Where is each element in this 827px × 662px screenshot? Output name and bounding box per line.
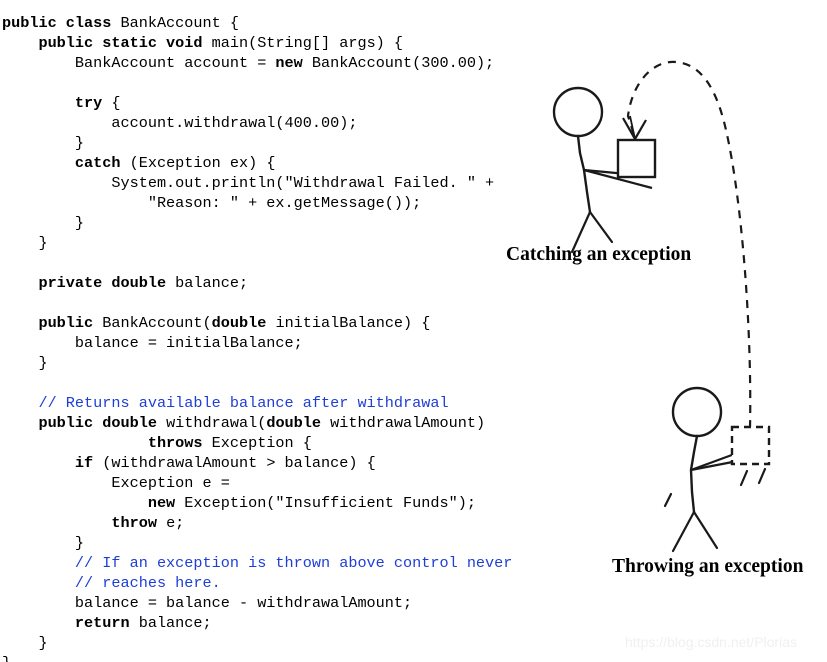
figure-canvas: public class BankAccount { public static… bbox=[0, 0, 827, 662]
code-token: public bbox=[2, 314, 103, 332]
code-token: balance; bbox=[175, 274, 249, 292]
code-token: withdrawal( bbox=[166, 414, 267, 432]
code-line bbox=[2, 373, 622, 393]
code-token: Exception e = bbox=[2, 474, 230, 492]
code-line: } bbox=[2, 533, 622, 553]
code-token: BankAccount { bbox=[120, 14, 239, 32]
code-line: throw e; bbox=[2, 513, 622, 533]
code-line: "Reason: " + ex.getMessage()); bbox=[2, 193, 622, 213]
code-token: try bbox=[2, 94, 112, 112]
code-token: BankAccount( bbox=[102, 314, 212, 332]
code-line: catch (Exception ex) { bbox=[2, 153, 622, 173]
motion-line-2 bbox=[757, 467, 767, 485]
code-token: account.withdrawal(400.00); bbox=[2, 114, 358, 132]
exception-box-dashed bbox=[730, 425, 771, 466]
code-line: BankAccount account = new BankAccount(30… bbox=[2, 53, 622, 73]
code-token: // If an exception is thrown above contr… bbox=[2, 554, 513, 572]
code-line: throws Exception { bbox=[2, 433, 622, 453]
code-token: balance = initialBalance; bbox=[2, 334, 303, 352]
code-token: throw bbox=[2, 514, 167, 532]
code-token: new bbox=[2, 494, 185, 512]
code-token: private double bbox=[2, 274, 176, 292]
code-token: public static void bbox=[2, 34, 212, 52]
code-token: } bbox=[2, 234, 48, 252]
code-token: balance = balance - withdrawalAmount; bbox=[2, 594, 413, 612]
code-token: } bbox=[2, 654, 11, 662]
code-line: } bbox=[2, 633, 622, 653]
code-token: public double bbox=[2, 414, 167, 432]
code-token: withdrawalAmount) bbox=[330, 414, 486, 432]
code-line: public BankAccount(double initialBalance… bbox=[2, 313, 622, 333]
java-code-block: public class BankAccount { public static… bbox=[2, 13, 622, 662]
code-token: } bbox=[2, 634, 48, 652]
caption-catching-an-exception: Catching an exception bbox=[506, 244, 692, 265]
code-token: } bbox=[2, 534, 85, 552]
code-line: // Returns available balance after withd… bbox=[2, 393, 622, 413]
code-line: balance = balance - withdrawalAmount; bbox=[2, 593, 622, 613]
caption-throwing-an-exception: Throwing an exception bbox=[612, 556, 804, 577]
code-line: System.out.println("Withdrawal Failed. "… bbox=[2, 173, 622, 193]
code-line: } bbox=[2, 133, 622, 153]
motion-line-3 bbox=[663, 492, 673, 508]
code-line: } bbox=[2, 653, 622, 662]
code-token: double bbox=[266, 414, 331, 432]
code-token: double bbox=[211, 314, 276, 332]
code-token: BankAccount(300.00); bbox=[311, 54, 495, 72]
code-token: public class bbox=[2, 14, 121, 32]
code-token: return bbox=[2, 614, 139, 632]
code-line: // If an exception is thrown above contr… bbox=[2, 553, 622, 573]
code-line: account.withdrawal(400.00); bbox=[2, 113, 622, 133]
code-line: try { bbox=[2, 93, 622, 113]
code-token: "Reason: " + ex.getMessage()); bbox=[2, 194, 422, 212]
head-circle-throwing bbox=[671, 386, 723, 438]
code-line: new Exception("Insufficient Funds"); bbox=[2, 493, 622, 513]
code-line: public class BankAccount { bbox=[2, 13, 622, 33]
code-line bbox=[2, 73, 622, 93]
motion-line-1 bbox=[739, 469, 749, 487]
code-token: (Exception ex) { bbox=[129, 154, 276, 172]
code-token: main(String[] args) { bbox=[211, 34, 404, 52]
code-token: throws bbox=[2, 434, 212, 452]
code-token: // Returns available balance after withd… bbox=[2, 394, 449, 412]
stick-figure-throwing bbox=[663, 386, 771, 553]
code-token: catch bbox=[2, 154, 130, 172]
code-token: balance; bbox=[138, 614, 212, 632]
code-token: } bbox=[2, 134, 85, 152]
code-line: // reaches here. bbox=[2, 573, 622, 593]
code-token: { bbox=[111, 94, 121, 112]
code-token: BankAccount account = bbox=[2, 54, 276, 72]
code-token: (withdrawalAmount > balance) { bbox=[102, 454, 376, 472]
code-token: } bbox=[2, 214, 85, 232]
code-token: } bbox=[2, 354, 48, 372]
code-token: new bbox=[275, 54, 312, 72]
code-token: // reaches here. bbox=[2, 574, 221, 592]
exception-box-solid bbox=[616, 138, 657, 179]
code-token: initialBalance) { bbox=[275, 314, 431, 332]
code-token: e; bbox=[166, 514, 185, 532]
code-token: Exception("Insufficient Funds"); bbox=[184, 494, 476, 512]
code-token: Exception { bbox=[211, 434, 312, 452]
code-line bbox=[2, 293, 622, 313]
code-line: return balance; bbox=[2, 613, 622, 633]
code-line: } bbox=[2, 213, 622, 233]
code-token: if bbox=[2, 454, 103, 472]
watermark-url: https://blog.csdn.net/Plorias bbox=[625, 634, 797, 650]
code-token: System.out.println("Withdrawal Failed. "… bbox=[2, 174, 495, 192]
code-line: Exception e = bbox=[2, 473, 622, 493]
code-line: if (withdrawalAmount > balance) { bbox=[2, 453, 622, 473]
code-line: } bbox=[2, 353, 622, 373]
code-line: private double balance; bbox=[2, 273, 622, 293]
code-line: balance = initialBalance; bbox=[2, 333, 622, 353]
code-line: public double withdrawal(double withdraw… bbox=[2, 413, 622, 433]
code-line: public static void main(String[] args) { bbox=[2, 33, 622, 53]
